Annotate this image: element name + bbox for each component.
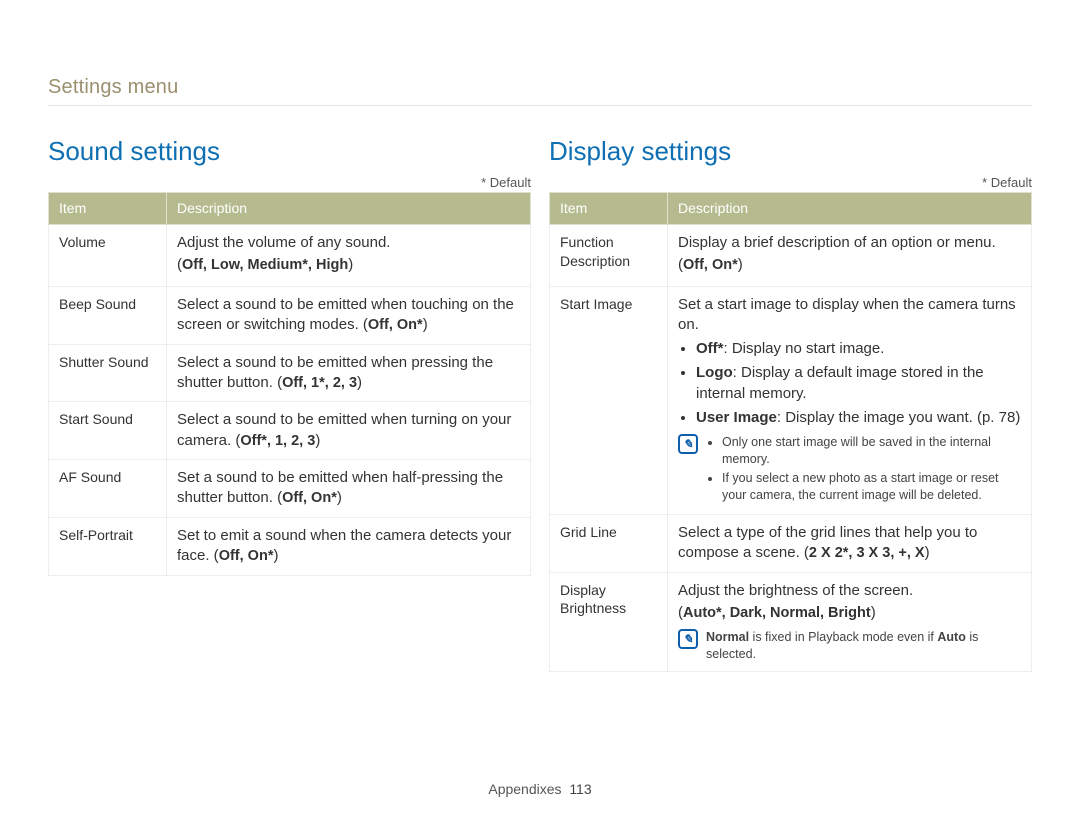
desc-text: Select a sound to be emitted when turnin… [177,411,511,448]
paren: ) [315,432,320,449]
desc-af-sound: Set a sound to be emitted when half-pres… [167,460,531,518]
desc-beep: Select a sound to be emitted when touchi… [167,286,531,344]
table-row: Grid Line Select a type of the grid line… [550,514,1032,572]
divider [48,105,1032,106]
options: Off, On* [282,490,337,506]
paren: ) [357,374,362,391]
page-number: 113 [569,781,591,797]
item-grid-line: Grid Line [550,514,668,572]
sound-settings-section: Sound settings * Default Item Descriptio… [48,136,531,672]
table-row: Start Image Set a start image to display… [550,286,1032,514]
item-af-sound: AF Sound [49,460,167,518]
list-item: User Image: Display the image you want. … [696,408,1021,428]
desc-text: Adjust the brightness of the screen. [678,582,913,599]
note-span: is fixed in Playback mode even if [749,630,937,644]
option-text: : Display no start image. [724,340,885,357]
desc-text: Select a sound to be emitted when touchi… [177,296,514,333]
desc-text: Set a start image to display when the ca… [678,296,1016,333]
paren: ) [423,316,428,333]
item-self-portrait: Self-Portrait [49,517,167,575]
options: Auto*, Dark, Normal, Bright [683,605,871,621]
desc-display-brightness: Adjust the brightness of the screen. (Au… [668,572,1032,672]
table-row: Self-Portrait Set to emit a sound when t… [49,517,531,575]
table-row: Shutter Sound Select a sound to be emitt… [49,344,531,402]
sound-settings-table: Item Description Volume Adjust the volum… [48,192,531,576]
paren: ) [348,256,353,273]
desc-text: Adjust the volume of any sound. [177,234,390,251]
desc-shutter: Select a sound to be emitted when pressi… [167,344,531,402]
option-label: Logo [696,364,733,381]
note-box: ✎ Normal is fixed in Playback mode even … [678,629,1021,663]
note-bold: Normal [706,630,749,644]
note-box: ✎ Only one start image will be saved in … [678,434,1021,506]
option-label: Off* [696,340,724,357]
paren: ) [273,547,278,564]
item-start-image: Start Image [550,286,668,514]
list-item: Off*: Display no start image. [696,339,1021,359]
paren: ) [871,604,876,621]
options: Off, On* [219,548,274,564]
desc-start-image: Set a start image to display when the ca… [668,286,1032,514]
option-text: : Display a default image stored in the … [696,364,984,401]
item-beep: Beep Sound [49,286,167,344]
table-row: Start Sound Select a sound to be emitted… [49,402,531,460]
option-text: : Display the image you want. (p. 78) [777,409,1020,426]
table-row: Volume Adjust the volume of any sound. (… [49,224,531,286]
options: 2 X 2*, 3 X 3, +, X [809,545,925,561]
section-title-display: Display settings [549,136,1032,167]
options: Off, Low, Medium*, High [182,257,348,273]
desc-grid-line: Select a type of the grid lines that hel… [668,514,1032,572]
page-footer: Appendixes 113 [0,781,1080,797]
note-item: If you select a new photo as a start ima… [722,470,1021,504]
item-display-brightness: Display Brightness [550,572,668,672]
desc-start-sound: Select a sound to be emitted when turnin… [167,402,531,460]
display-settings-section: Display settings * Default Item Descript… [549,136,1032,672]
paren: ) [337,489,342,506]
options: Off, On* [683,257,738,273]
footer-label: Appendixes [488,781,561,797]
note-text: Normal is fixed in Playback mode even if… [706,629,1021,663]
options: Off, On* [368,317,423,333]
options: Off, 1*, 2, 3 [282,375,357,391]
section-title-sound: Sound settings [48,136,531,167]
note-bold: Auto [937,630,965,644]
options: Off*, 1, 2, 3 [240,433,315,449]
desc-text: Display a brief description of an option… [678,234,996,251]
item-shutter: Shutter Sound [49,344,167,402]
note-item: Only one start image will be saved in th… [722,434,1021,468]
desc-volume: Adjust the volume of any sound. (Off, Lo… [167,224,531,286]
col-item: Item [550,193,668,225]
col-description: Description [668,193,1032,225]
desc-self-portrait: Set to emit a sound when the camera dete… [167,517,531,575]
col-description: Description [167,193,531,225]
item-volume: Volume [49,224,167,286]
default-note-left: * Default [48,175,531,190]
desc-function-description: Display a brief description of an option… [668,224,1032,286]
item-function-description: Function Description [550,224,668,286]
option-label: User Image [696,409,777,426]
display-settings-table: Item Description Function Description Di… [549,192,1032,672]
paren: ) [925,544,930,561]
table-row: Beep Sound Select a sound to be emitted … [49,286,531,344]
table-row: Function Description Display a brief des… [550,224,1032,286]
breadcrumb: Settings menu [48,76,1032,99]
paren: ) [738,256,743,273]
item-start-sound: Start Sound [49,402,167,460]
default-note-right: * Default [549,175,1032,190]
note-icon: ✎ [678,629,698,649]
note-icon: ✎ [678,434,698,454]
list-item: Logo: Display a default image stored in … [696,363,1021,404]
table-row: Display Brightness Adjust the brightness… [550,572,1032,672]
table-row: AF Sound Set a sound to be emitted when … [49,460,531,518]
col-item: Item [49,193,167,225]
